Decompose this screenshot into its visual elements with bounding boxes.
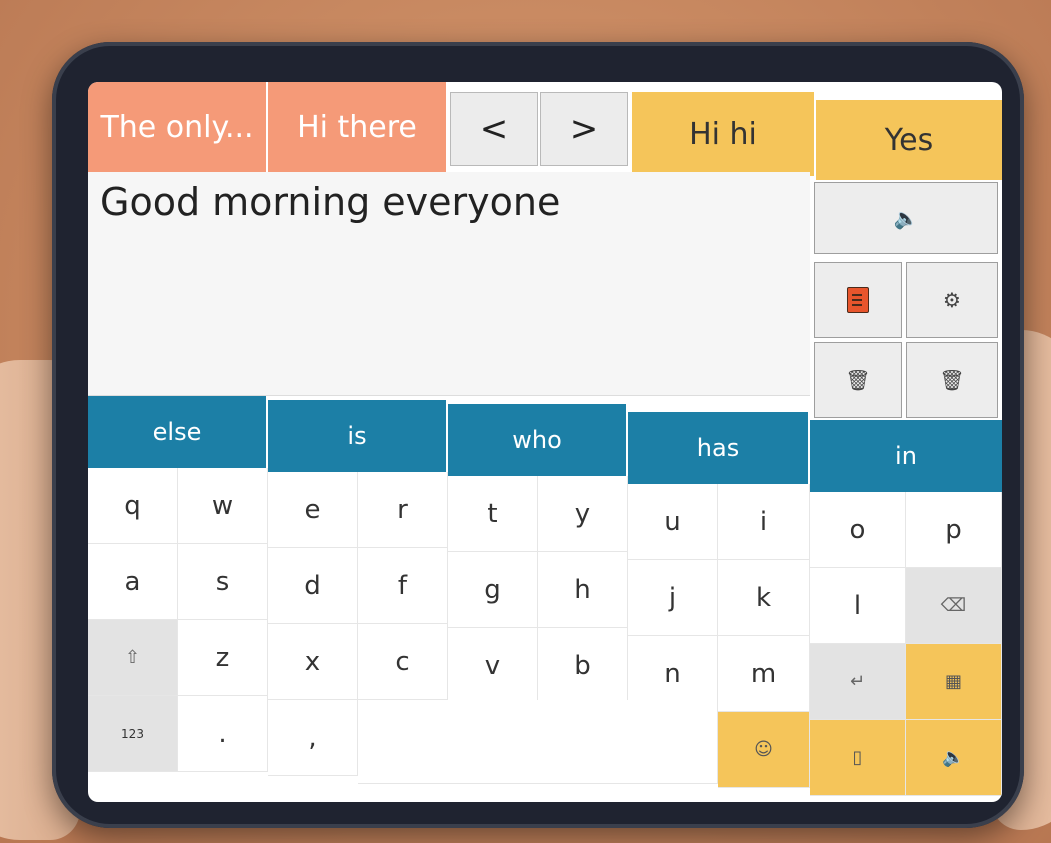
enter-icon: ↵ [849, 671, 866, 692]
key-v[interactable]: v [448, 628, 538, 704]
next-page-button[interactable]: > [540, 92, 628, 166]
notes-button[interactable] [814, 262, 902, 338]
key-period[interactable]: . [178, 696, 268, 772]
key-h[interactable]: h [538, 552, 628, 628]
phrase-button-hi-there[interactable]: Hi there [268, 82, 448, 172]
trash-icon: 🗑 [845, 368, 871, 392]
quick-phrase-yes[interactable]: Yes [814, 100, 1002, 180]
backspace-key[interactable]: ⌫ [906, 568, 1002, 644]
suggestion-in[interactable]: in [810, 420, 1002, 492]
key-w[interactable]: w [178, 468, 268, 544]
quick-phrase-hi-hi[interactable]: Hi hi [630, 92, 814, 176]
trash-icon: 🗑 [939, 368, 965, 392]
emoji-button[interactable]: ☺ [718, 712, 810, 788]
key-d[interactable]: d [268, 548, 358, 624]
key-s[interactable]: s [178, 544, 268, 620]
speak-text-button[interactable]: 🔈 [906, 720, 1002, 796]
delete-button[interactable]: 🗑 [906, 342, 998, 418]
message-text-area[interactable]: Good morning everyone [88, 172, 810, 396]
suggestion-is[interactable]: is [268, 400, 448, 472]
suggestion-who[interactable]: who [448, 404, 628, 476]
device-icon: ▯ [852, 747, 863, 768]
key-comma[interactable]: , [268, 700, 358, 776]
key-k[interactable]: k [718, 560, 810, 636]
key-l[interactable]: l [810, 568, 906, 644]
space-key[interactable] [358, 700, 718, 784]
gear-icon: ⚙ [943, 288, 961, 312]
notes-icon [847, 287, 869, 313]
layout-button[interactable]: ▦ [906, 644, 1002, 720]
prev-page-button[interactable]: < [450, 92, 538, 166]
key-g[interactable]: g [448, 552, 538, 628]
key-r[interactable]: r [358, 472, 448, 548]
settings-button[interactable]: ⚙ [906, 262, 998, 338]
key-z[interactable]: z [178, 620, 268, 696]
key-y[interactable]: y [538, 476, 628, 552]
suggestion-else[interactable]: else [88, 396, 268, 468]
grid-icon: ▦ [944, 671, 962, 692]
key-i[interactable]: i [718, 484, 810, 560]
key-f[interactable]: f [358, 548, 448, 624]
speak-button[interactable]: 🔈 [814, 182, 998, 254]
app-screen: The only... Hi there < > Hi hi Yes Good … [88, 82, 1002, 802]
key-x[interactable]: x [268, 624, 358, 700]
device-button[interactable]: ▯ [810, 720, 906, 796]
numbers-key[interactable]: 123 [88, 696, 178, 772]
key-m[interactable]: m [718, 636, 810, 712]
key-o[interactable]: o [810, 492, 906, 568]
key-j[interactable]: j [628, 560, 718, 636]
speaker-icon: 🔈 [893, 206, 919, 230]
clear-all-button[interactable]: 🗑 [814, 342, 902, 418]
key-u[interactable]: u [628, 484, 718, 560]
key-c[interactable]: c [358, 624, 448, 700]
backspace-icon: ⌫ [940, 595, 967, 616]
key-q[interactable]: q [88, 468, 178, 544]
emoji-icon: ☺ [754, 739, 773, 760]
key-p[interactable]: p [906, 492, 1002, 568]
shift-key[interactable]: ⇧ [88, 620, 178, 696]
enter-key[interactable]: ↵ [810, 644, 906, 720]
message-text: Good morning everyone [100, 180, 561, 224]
shift-icon: ⇧ [124, 647, 141, 668]
key-b[interactable]: b [538, 628, 628, 704]
key-t[interactable]: t [448, 476, 538, 552]
key-a[interactable]: a [88, 544, 178, 620]
key-e[interactable]: e [268, 472, 358, 548]
suggestion-has[interactable]: has [628, 412, 810, 484]
phrase-button-the-only[interactable]: The only... [88, 82, 268, 172]
speaker-icon: 🔈 [942, 747, 965, 768]
